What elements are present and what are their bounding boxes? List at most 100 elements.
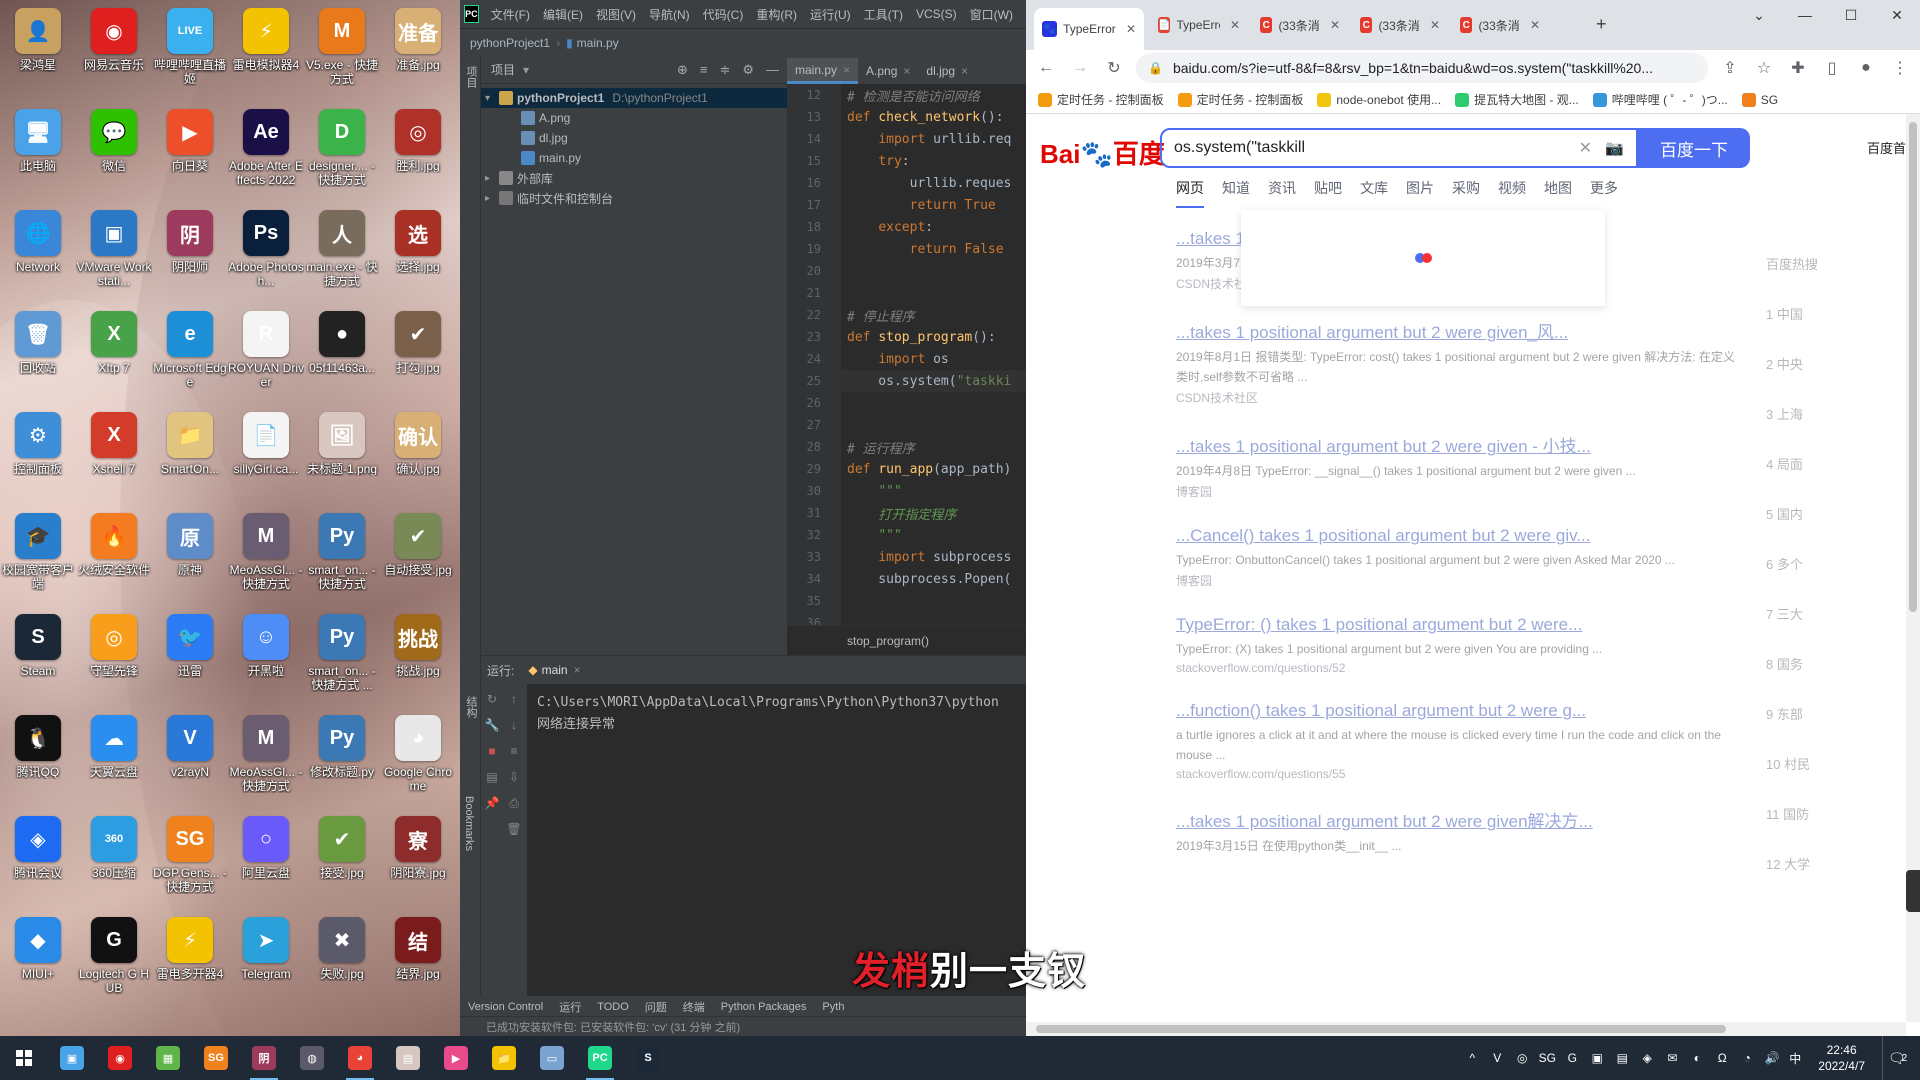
desktop-icon[interactable]: ✔ 接受.jpg [304, 812, 380, 913]
rerun-icon[interactable]: ↻ [487, 692, 497, 718]
tray-icon[interactable]: Ω [1714, 1050, 1730, 1066]
desktop-icon[interactable]: 确认 确认.jpg [380, 408, 456, 509]
desktop-icon[interactable]: ◆ MIUI+ [0, 913, 76, 1014]
desktop-icon[interactable]: ✖ 失败.jpg [304, 913, 380, 1014]
bookmarks-tool-tab[interactable]: Bookmarks [463, 796, 475, 851]
desktop-icon[interactable]: M V5.exe - 快捷方式 [304, 4, 380, 105]
scroll-up-icon[interactable]: ↑ [511, 692, 517, 718]
desktop-icon[interactable]: Vv2rayN [152, 711, 228, 812]
search-type-tab[interactable]: 知道 [1222, 178, 1250, 208]
gear-icon[interactable]: ⚙ [742, 62, 754, 78]
clear-icon[interactable]: ✕ [1579, 138, 1592, 158]
desktop-icon[interactable]: 选选择.jpg [380, 206, 456, 307]
close-button[interactable]: ✕ [1874, 0, 1920, 30]
bookmark-item[interactable]: 定时任务 - 控制面板 [1177, 91, 1303, 108]
desktop-icon[interactable]: M MeoAssGl... - 快捷方式 [228, 711, 304, 812]
tray-icon[interactable]: ◔ [1739, 1050, 1755, 1066]
search-type-tab[interactable]: 贴吧 [1314, 178, 1342, 208]
taskbar-app-steam[interactable]: S [624, 1036, 672, 1080]
desktop-icon[interactable]: SG DGP.Gens... - 快捷方式 [152, 812, 228, 913]
gutter[interactable] [829, 194, 841, 216]
gutter[interactable] [829, 260, 841, 282]
breadcrumb-project[interactable]: pythonProject1 [470, 36, 550, 50]
gutter[interactable] [829, 326, 841, 348]
feedback-tab[interactable] [1906, 870, 1920, 912]
expand-all-icon[interactable]: ≡ [700, 62, 708, 78]
search-type-tab[interactable]: 资讯 [1268, 178, 1296, 208]
hot-search-item[interactable]: 1 中国 [1766, 304, 1896, 354]
close-icon[interactable]: × [843, 63, 850, 77]
browser-tab[interactable]: C (33条消息 ✕ [1452, 8, 1548, 42]
gutter[interactable] [829, 414, 841, 436]
taskbar-app-game[interactable]: ◍ [288, 1036, 336, 1080]
taskbar-app-network-client[interactable]: ▣ [48, 1036, 96, 1080]
desktop-icon[interactable]: ○ 阿里云盘 [228, 812, 304, 913]
result-source[interactable]: 博客园 [1176, 483, 1736, 500]
forward-icon[interactable]: → [1068, 59, 1092, 77]
code-line[interactable]: 14 import urllib.req [787, 128, 1026, 150]
tray-icon[interactable]: ◈ [1639, 1050, 1655, 1066]
desktop-icon[interactable]: ◎ 胜利.jpg [380, 105, 456, 206]
trash-icon[interactable]: 🗑 [506, 822, 521, 848]
soft-wrap-icon[interactable]: ≡ [510, 744, 517, 770]
address-bar[interactable]: 🔒 baidu.com/s?ie=utf-8&f=8&rsv_bp=1&tn=b… [1136, 53, 1708, 83]
editor-tab[interactable]: A.png × [858, 58, 918, 84]
tray-icon[interactable]: ◎ [1514, 1050, 1530, 1066]
back-icon[interactable]: ← [1034, 59, 1058, 77]
result-source[interactable]: 博客园 [1176, 572, 1736, 589]
browser-tab[interactable]: 📄 TypeError: ✕ [1150, 8, 1248, 42]
sidepanel-icon[interactable]: ▯ [1820, 58, 1844, 78]
layout-icon[interactable]: ▤ [486, 770, 497, 796]
code-line[interactable]: 28 # 运行程序 [787, 436, 1026, 458]
code-line[interactable]: 36 [787, 612, 1026, 625]
taskbar-app-remote[interactable]: ▭ [528, 1036, 576, 1080]
result-title[interactable]: ...takes 1 positional argument but 2 wer… [1176, 807, 1736, 832]
search-type-tab[interactable]: 采购 [1452, 178, 1480, 208]
ime-indicator[interactable]: 中 [1789, 1050, 1801, 1067]
desktop-icon[interactable]: LIVE 哔哩哔哩直播姬 [152, 4, 228, 105]
desktop-icon[interactable]: Py smart_on... - 快捷方式 [304, 509, 380, 610]
result-title[interactable]: ...function() takes 1 positional argumen… [1176, 701, 1736, 721]
tree-external-libs[interactable]: ▸ 外部库 [481, 168, 787, 188]
code-line[interactable]: 32 """ [787, 524, 1026, 546]
search-type-tab[interactable]: 地图 [1544, 178, 1572, 208]
hot-search-item[interactable]: 10 村民 [1766, 754, 1896, 804]
pycharm-logo-icon[interactable]: PC [464, 5, 479, 23]
new-tab-button[interactable]: + [1596, 14, 1607, 35]
gutter[interactable] [829, 216, 841, 238]
close-icon[interactable]: ✕ [1430, 18, 1440, 32]
desktop-icon[interactable]: ✔ 打勾.jpg [380, 307, 456, 408]
search-type-tab[interactable]: 更多 [1590, 178, 1618, 208]
desktop-icon[interactable]: 👤 梁鸿星 [0, 4, 76, 105]
desktop-icon[interactable]: 原原神 [152, 509, 228, 610]
search-button[interactable]: 百度一下 [1638, 128, 1750, 168]
gutter[interactable] [829, 238, 841, 260]
desktop-icon[interactable]: 💬 微信 [76, 105, 152, 206]
tray-icon[interactable]: ◐ [1689, 1050, 1705, 1066]
menu-item[interactable]: 编辑(E) [543, 6, 583, 23]
tray-icon[interactable]: G [1564, 1050, 1580, 1066]
code-line[interactable]: 29 def run_app(app_path) [787, 458, 1026, 480]
menu-item[interactable]: VCS(S) [916, 7, 957, 21]
desktop-icon[interactable]: 360 360压缩 [76, 812, 152, 913]
desktop-icon[interactable]: 寮阴阳寮.jpg [380, 812, 456, 913]
taskbar-app-onmyoji[interactable]: 阴 [240, 1036, 288, 1080]
minimize-button[interactable]: — [1782, 0, 1828, 30]
code-breadcrumb[interactable]: stop_program() [787, 625, 1026, 655]
baidu-logo[interactable]: Bai🐾百度 [1040, 134, 1165, 171]
project-panel-title[interactable]: 项目 [491, 61, 515, 78]
wrench-icon[interactable]: 🔧 [485, 718, 500, 744]
menu-item[interactable]: 文件(F) [491, 6, 530, 23]
desktop-icon[interactable]: S Steam [0, 610, 76, 711]
locate-icon[interactable]: ⊕ [677, 62, 688, 78]
tray-icon[interactable]: SG [1539, 1050, 1556, 1066]
desktop-icon[interactable]: Py smart_on... - 快捷方式 ... [304, 610, 380, 711]
gutter[interactable] [829, 502, 841, 524]
tab-search-icon[interactable]: ⌄ [1736, 0, 1782, 30]
close-icon[interactable]: ✕ [1530, 18, 1540, 32]
close-icon[interactable]: × [961, 64, 968, 78]
menu-item[interactable]: 导航(N) [649, 6, 690, 23]
project-tool-tab[interactable]: 项目 [463, 66, 479, 88]
desktop-icon[interactable]: 结结界.jpg [380, 913, 456, 1014]
search-type-tab[interactable]: 图片 [1406, 178, 1434, 208]
